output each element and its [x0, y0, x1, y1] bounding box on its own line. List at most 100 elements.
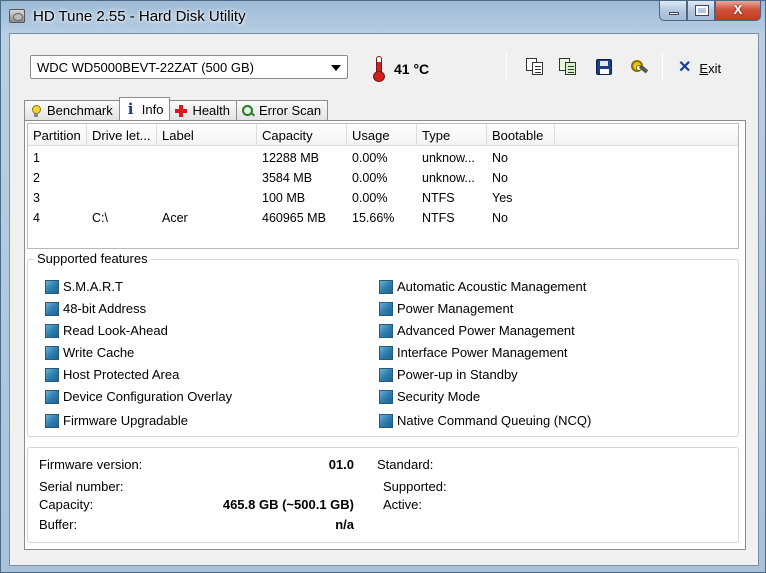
feature-firmware-upgradable: Firmware Upgradable [45, 413, 188, 428]
exit-icon: ✕ [678, 59, 692, 76]
minimize-button[interactable] [659, 1, 687, 21]
partition-table[interactable]: Partition Drive let... Label Capacity Us… [27, 123, 739, 249]
cell-usage: 0.00% [352, 191, 388, 205]
checked-icon [379, 413, 393, 428]
benchmark-icon [29, 104, 43, 118]
cell-type: NTFS [422, 191, 455, 205]
feature-write-cache: Write Cache [45, 345, 134, 360]
temperature-readout: 41 °C [394, 61, 430, 77]
tab-error-scan[interactable]: Error Scan [236, 100, 329, 120]
cell-type: NTFS [422, 211, 455, 225]
cell-partition: 3 [33, 191, 40, 205]
cell-drive-letter: C:\ [92, 211, 108, 225]
cell-bootable: Yes [492, 191, 513, 205]
table-row[interactable]: 3 100 MB 0.00% NTFS Yes [28, 189, 738, 209]
maximize-button[interactable] [687, 1, 715, 21]
hard-disk-icon [9, 9, 25, 23]
tab-label: Error Scan [259, 103, 322, 118]
feature-native-command-queuing: Native Command Queuing (NCQ) [379, 413, 591, 428]
feature-label: Power Management [397, 301, 514, 316]
thermometer-icon [372, 56, 386, 82]
cell-usage: 0.00% [352, 151, 388, 165]
column-header-capacity[interactable]: Capacity [257, 124, 347, 146]
cell-label [157, 169, 257, 189]
feature-read-look-ahead: Read Look-Ahead [45, 323, 168, 338]
window-title: HD Tune 2.55 - Hard Disk Utility [33, 8, 246, 25]
exit-button[interactable]: ✕ Exit [678, 59, 721, 77]
table-row[interactable]: 4 C:\ Acer 460965 MB 15.66% NTFS No [28, 209, 738, 229]
copy-screenshot-icon[interactable] [559, 58, 577, 76]
maximize-icon [695, 5, 709, 16]
column-header-bootable[interactable]: Bootable [487, 124, 555, 146]
column-header-type[interactable]: Type [417, 124, 487, 146]
buffer-value: n/a [335, 517, 354, 532]
cell-drive-letter [87, 169, 157, 189]
checked-icon [45, 279, 59, 294]
column-header-drive-letter[interactable]: Drive let... [87, 124, 157, 146]
checked-icon [379, 301, 393, 316]
tab-label: Benchmark [47, 103, 113, 118]
close-button[interactable]: X [715, 1, 761, 21]
cell-capacity: 3584 MB [262, 171, 313, 185]
toolbar-separator [662, 52, 663, 82]
cell-bootable: No [492, 211, 508, 225]
feature-smart: S.M.A.R.T [45, 279, 123, 294]
window-frame: HD Tune 2.55 - Hard Disk Utility X WDC W… [0, 0, 766, 573]
cell-label [157, 189, 257, 209]
checked-icon [379, 279, 393, 294]
feature-label: Automatic Acoustic Management [397, 279, 587, 294]
cell-drive-letter [87, 149, 157, 169]
feature-power-management: Power Management [379, 301, 513, 316]
health-icon [174, 104, 188, 118]
standard-label: Standard: [377, 457, 434, 472]
checked-icon [379, 345, 393, 360]
tab-info[interactable]: Info [118, 97, 171, 120]
drive-select-value: WDC WD5000BEVT-22ZAT (500 GB) [37, 60, 254, 75]
feature-label: Read Look-Ahead [63, 323, 168, 338]
column-header-label[interactable]: Label [157, 124, 257, 146]
cell-partition: 2 [33, 171, 40, 185]
feature-device-configuration-overlay: Device Configuration Overlay [45, 389, 232, 404]
table-row[interactable]: 1 12288 MB 0.00% unknow... No [28, 149, 738, 169]
checked-icon [45, 345, 59, 360]
save-icon[interactable] [595, 58, 613, 76]
chevron-down-icon [331, 65, 341, 71]
supported-features-group: Supported features S.M.A.R.T 48-bit Addr… [27, 251, 739, 437]
window-controls: X [659, 1, 761, 21]
cell-label: Acer [162, 211, 188, 225]
firmware-version-value: 01.0 [328, 457, 354, 472]
cell-bootable: No [492, 151, 508, 165]
title-bar[interactable]: HD Tune 2.55 - Hard Disk Utility X [1, 1, 765, 33]
supported-features-title: Supported features [34, 251, 151, 266]
checked-icon [379, 323, 393, 338]
feature-automatic-acoustic-management: Automatic Acoustic Management [379, 279, 586, 294]
cell-label [157, 149, 257, 169]
serial-number-label: Serial number: [39, 479, 124, 494]
checked-icon [45, 323, 59, 338]
checked-icon [379, 367, 393, 382]
feature-advanced-power-management: Advanced Power Management [379, 323, 575, 338]
feature-label: S.M.A.R.T [63, 279, 123, 294]
feature-label: 48-bit Address [63, 301, 147, 316]
cell-partition: 4 [33, 211, 40, 225]
cell-partition: 1 [33, 151, 40, 165]
checked-icon [45, 367, 59, 382]
cell-type: unknow... [422, 171, 475, 185]
copy-text-icon[interactable] [526, 58, 544, 76]
column-header-partition[interactable]: Partition [28, 124, 87, 146]
options-icon[interactable] [630, 58, 649, 76]
drive-select[interactable]: WDC WD5000BEVT-22ZAT (500 GB) [30, 55, 348, 79]
feature-label: Interface Power Management [397, 345, 568, 360]
tab-benchmark[interactable]: Benchmark [24, 100, 120, 120]
feature-interface-power-management: Interface Power Management [379, 345, 568, 360]
tab-bar: Benchmark Info Health Error Scan [24, 97, 329, 120]
cell-usage: 0.00% [352, 171, 388, 185]
cell-capacity: 12288 MB [262, 151, 319, 165]
tab-label: Info [141, 101, 164, 117]
column-header-usage[interactable]: Usage [347, 124, 417, 146]
checked-icon [45, 413, 59, 428]
table-row[interactable]: 2 3584 MB 0.00% unknow... No [28, 169, 738, 189]
tab-health[interactable]: Health [169, 100, 238, 120]
toolbar-separator [506, 52, 507, 82]
firmware-version-label: Firmware version: [39, 457, 143, 472]
